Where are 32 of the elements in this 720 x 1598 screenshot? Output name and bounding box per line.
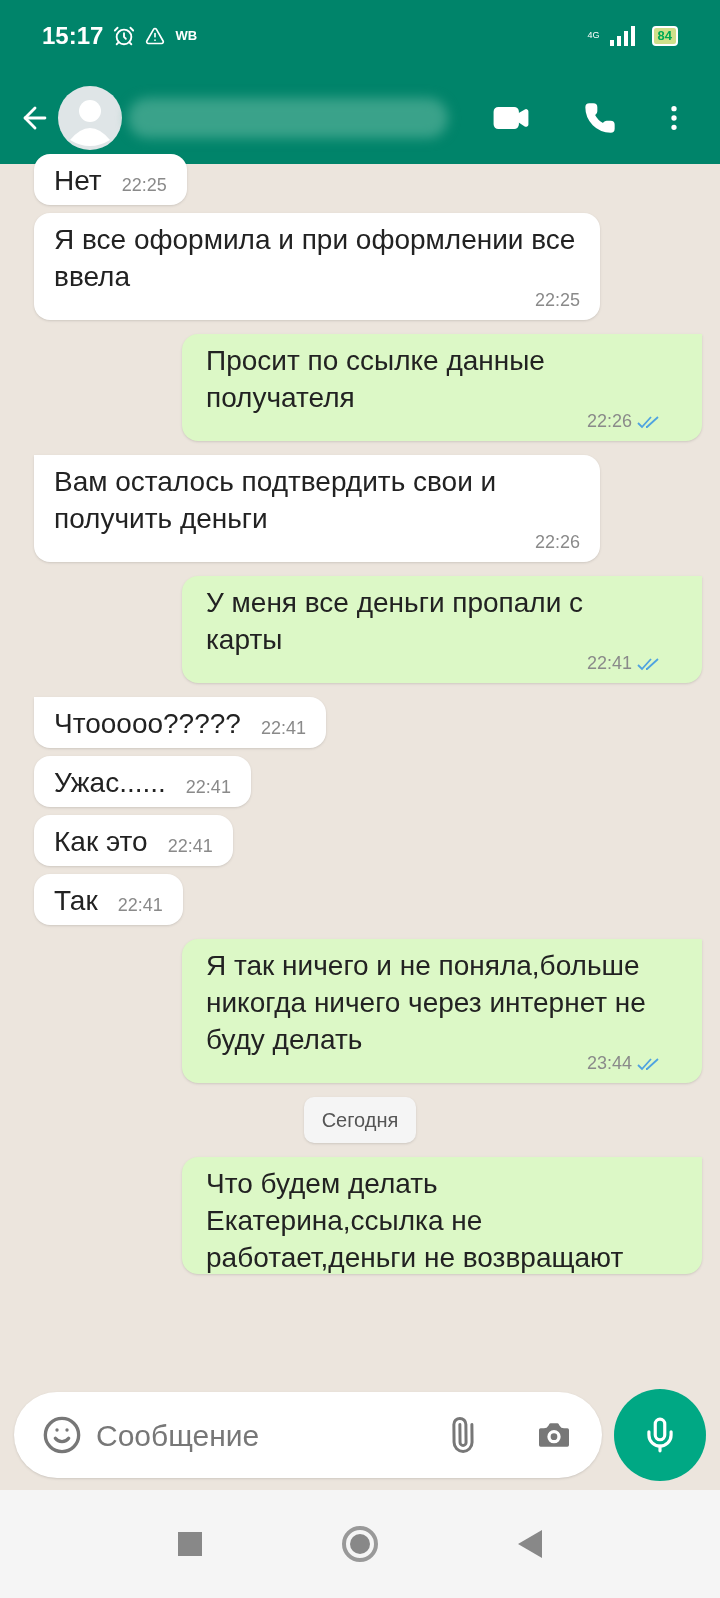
message-time: 22:25 [121, 174, 167, 197]
message-text: Так [54, 884, 98, 918]
message-time: 22:41 [260, 717, 306, 740]
home-button[interactable] [342, 1526, 378, 1562]
message-time: 22:26 [534, 531, 580, 554]
message-time: 22:41 [586, 652, 632, 675]
message-text: Просит по ссылке данные получателя [206, 344, 546, 415]
warning-icon [145, 26, 166, 46]
message-time: 22:41 [167, 835, 213, 858]
message-text: Ужас...... [54, 766, 166, 800]
battery-level: 84 [651, 26, 678, 46]
message-text: Как это [54, 825, 148, 859]
emoji-icon[interactable] [42, 1415, 82, 1455]
back-button[interactable] [518, 1530, 542, 1558]
phone-icon[interactable] [584, 102, 616, 134]
message-text: Чтоoooo????? [54, 707, 241, 741]
avatar-icon[interactable] [58, 86, 122, 150]
message-time: 22:26 [586, 410, 632, 433]
message-text: Нет [54, 164, 102, 198]
message-text: У меня все деньги пропали с карты [206, 586, 585, 657]
alarm-icon [113, 25, 136, 47]
app-label: WB [175, 27, 198, 46]
message-text: Вам осталось подтвердить свои и получить деньги [54, 465, 498, 536]
signal-icon [609, 26, 636, 46]
message-time: 22:41 [185, 776, 231, 799]
status-time: 15:17 [42, 21, 104, 51]
message-time: 22:41 [117, 894, 163, 917]
message-text: Что будем делать Екатерина,ссылка не работает,деньги не возвращают [206, 1167, 625, 1275]
composer-bar[interactable]: Сообщение [14, 1392, 602, 1478]
date-chip: Сегодня [303, 1097, 417, 1143]
message-field[interactable]: Сообщение [96, 1412, 430, 1458]
network-type: 4G [587, 29, 600, 43]
